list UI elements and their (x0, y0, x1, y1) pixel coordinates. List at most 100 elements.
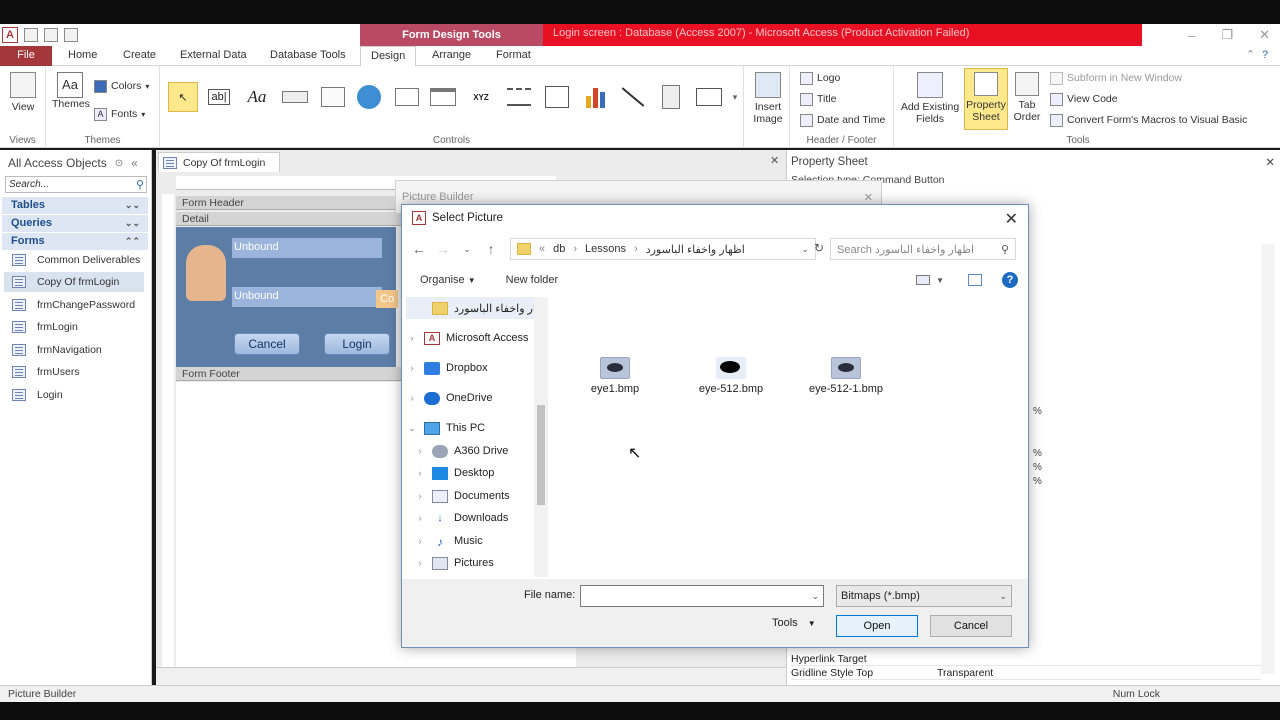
expand-arrow-icon[interactable]: › (414, 468, 426, 478)
dialog-search-input[interactable]: Search اظهار واخفاء الباسورد ⚲ (830, 238, 1016, 260)
tree-item-microsoft-access[interactable]: › A Microsoft Access (406, 327, 536, 349)
ribbon-collapse-icon[interactable]: ⌃ (1246, 46, 1255, 66)
tab-format[interactable]: Format (496, 46, 531, 66)
tab-external-data[interactable]: External Data (180, 46, 247, 66)
view-button[interactable]: View (6, 72, 40, 113)
close-icon[interactable]: ✕ (864, 191, 873, 204)
nav-category-tables[interactable]: Tables ⌄⌄ (2, 197, 148, 214)
expand-arrow-icon[interactable]: › (414, 558, 426, 568)
more-controls-icon[interactable]: ▾ (728, 82, 742, 112)
save-icon[interactable] (24, 28, 38, 42)
title-button[interactable]: Title (800, 89, 836, 109)
chevron-down-icon[interactable]: ⌄ (999, 591, 1007, 602)
add-existing-fields-button[interactable]: Add Existing Fields (898, 72, 962, 125)
expand-arrow-icon[interactable]: › (414, 446, 426, 456)
nav-item[interactable]: frmNavigation (12, 340, 102, 360)
login-form-button[interactable]: Login (324, 333, 390, 355)
nav-category-forms[interactable]: Forms ⌃⌃ (2, 233, 148, 250)
fonts-button[interactable]: A Fonts ▾ (94, 104, 145, 124)
view-code-button[interactable]: View Code (1050, 89, 1118, 109)
cancel-button[interactable]: Cancel (930, 615, 1012, 637)
help-icon[interactable]: ? (1262, 46, 1268, 66)
horizontal-scrollbar[interactable] (156, 667, 786, 685)
tree-item-this-pc[interactable]: ⌄ This PC (406, 417, 536, 439)
tab-create[interactable]: Create (123, 46, 156, 66)
page-break-icon[interactable] (504, 82, 534, 112)
nav-header[interactable]: All Access Objects ⊙ « (0, 152, 152, 174)
insert-image-button[interactable]: Insert Image (748, 72, 788, 125)
nav-item[interactable]: frmChangePassword (12, 295, 135, 315)
file-item[interactable]: eye-512.bmp (676, 357, 786, 395)
nav-item[interactable]: Login (12, 385, 63, 405)
themes-button[interactable]: Aa Themes (52, 72, 90, 110)
tree-item-onedrive[interactable]: › OneDrive (406, 387, 536, 409)
file-name-input[interactable]: ⌄ (580, 585, 824, 607)
organise-button[interactable]: Organise ▼ (420, 274, 476, 286)
tab-home[interactable]: Home (68, 46, 97, 66)
redo-icon[interactable] (64, 28, 78, 42)
forward-icon[interactable]: → (434, 241, 452, 257)
chevron-down-icon[interactable]: ⌄ (811, 591, 819, 602)
expand-arrow-icon[interactable]: › (414, 491, 426, 501)
web-browser-control-icon[interactable] (392, 82, 422, 112)
scroll-thumb[interactable] (537, 405, 545, 505)
refresh-icon[interactable]: ↻ (814, 241, 824, 255)
preview-pane-icon[interactable] (968, 274, 982, 286)
new-folder-button[interactable]: New folder (506, 274, 559, 286)
document-tab[interactable]: Copy Of frmLogin (158, 152, 280, 172)
button-control-icon[interactable] (280, 82, 310, 112)
expand-arrow-icon[interactable]: › (406, 333, 418, 343)
undo-icon[interactable] (44, 28, 58, 42)
breadcrumb-current[interactable]: اظهار واخفاء الباسورد (646, 243, 745, 256)
file-type-select[interactable]: Bitmaps (*.bmp) ⌄ (836, 585, 1012, 607)
expand-arrow-icon[interactable]: › (414, 536, 426, 546)
nav-item[interactable]: frmLogin (12, 317, 78, 337)
tree-item-desktop[interactable]: › Desktop (406, 462, 536, 484)
up-icon[interactable]: ↑ (482, 241, 500, 257)
property-row[interactable]: Hyperlink Target (791, 652, 1261, 666)
partial-button[interactable]: Co (376, 290, 398, 308)
navigation-control-icon[interactable] (428, 82, 458, 112)
address-box[interactable]: « db › Lessons › اظهار واخفاء الباسورد ⌄ (510, 238, 816, 260)
view-dropdown-icon[interactable]: ▼ (936, 276, 944, 285)
tree-item-music[interactable]: › ♪ Music (406, 530, 536, 552)
property-row[interactable]: Gridline Style Top Transparent (791, 666, 1261, 680)
open-button[interactable]: Open (836, 615, 918, 637)
chart-icon[interactable] (580, 82, 610, 112)
tree-item-documents[interactable]: › Documents (406, 485, 536, 507)
tab-file[interactable]: File (0, 46, 52, 66)
chevron-down-icon[interactable]: ⌄ (801, 244, 809, 255)
file-item[interactable]: eye1.bmp (560, 357, 670, 395)
tools-menu-button[interactable]: Tools ▼ (772, 617, 816, 629)
unbound-textbox-username[interactable]: Unbound (232, 238, 382, 258)
cancel-form-button[interactable]: Cancel (234, 333, 300, 355)
tree-scrollbar[interactable] (534, 297, 548, 577)
collapse-arrow-icon[interactable]: ⌄ (406, 423, 418, 434)
nav-collapse-icon[interactable]: « (131, 156, 138, 170)
expand-arrow-icon[interactable]: › (406, 393, 418, 403)
search-icon[interactable]: ⚲ (136, 178, 144, 191)
tab-database-tools[interactable]: Database Tools (270, 46, 346, 66)
label-control-icon[interactable]: Aa (242, 82, 272, 112)
combo-box-icon[interactable] (542, 82, 572, 112)
colors-button[interactable]: Colors ▾ (94, 76, 149, 96)
tree-item-dropbox[interactable]: › Dropbox (406, 357, 536, 379)
option-group-icon[interactable]: XYZ (466, 82, 496, 112)
breadcrumb-lessons[interactable]: Lessons (585, 243, 626, 255)
minimize-icon[interactable]: – (1188, 28, 1195, 43)
tab-arrange[interactable]: Arrange (432, 46, 471, 66)
restore-icon[interactable]: ❐ (1221, 27, 1233, 43)
line-icon[interactable] (618, 82, 648, 112)
dialog-close-icon[interactable]: ✕ (1005, 209, 1018, 229)
help-icon[interactable]: ? (1002, 272, 1018, 288)
textbox-icon[interactable]: ab| (204, 82, 234, 112)
tree-item-current-folder[interactable]: ار واخفاء الباسورد (406, 297, 536, 319)
nav-dropdown-icon[interactable]: ⊙ (115, 158, 123, 169)
hyperlink-icon[interactable] (354, 82, 384, 112)
tab-design[interactable]: Design (360, 46, 417, 66)
expand-arrow-icon[interactable]: › (406, 363, 418, 373)
convert-macros-button[interactable]: Convert Form's Macros to Visual Basic (1050, 110, 1247, 130)
view-options-icon[interactable] (916, 275, 931, 285)
expand-arrow-icon[interactable]: › (414, 513, 426, 523)
property-scrollbar[interactable] (1261, 244, 1275, 674)
